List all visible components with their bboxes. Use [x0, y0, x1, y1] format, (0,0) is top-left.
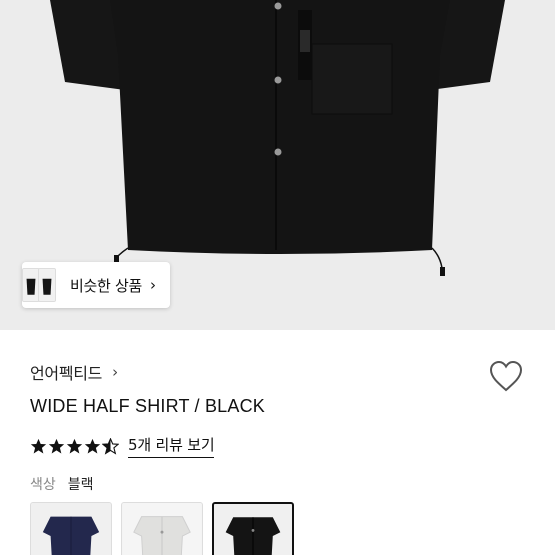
rating-row: 5개 리뷰 보기: [30, 434, 215, 458]
rating-stars: [30, 437, 120, 455]
similar-thumb-2: [38, 268, 56, 302]
heart-icon[interactable]: [488, 359, 524, 393]
brand-link[interactable]: 언어펙티드 ›: [30, 360, 118, 384]
star-icon: [30, 438, 47, 453]
similar-products-button[interactable]: 비슷한 상품 ›: [22, 262, 170, 308]
color-selection: 색상 블랙: [30, 474, 94, 494]
similar-products-label: 비슷한 상품: [70, 276, 142, 295]
star-half-icon: [102, 437, 119, 455]
star-icon: [48, 438, 65, 453]
swatch-black[interactable]: [212, 502, 294, 555]
color-label: 색상: [30, 477, 56, 493]
product-image[interactable]: 비슷한 상품 ›: [0, 0, 555, 330]
similar-thumbnails: [22, 262, 58, 308]
chevron-right-icon: ›: [149, 276, 156, 294]
star-icon: [66, 438, 83, 453]
chevron-right-icon: ›: [112, 363, 119, 381]
color-value: 블랙: [67, 477, 94, 493]
product-title: WIDE HALF SHIRT / BLACK: [30, 396, 265, 416]
brand-name: 언어펙티드: [30, 364, 103, 383]
star-icon: [84, 438, 101, 453]
reviews-link[interactable]: 5개 리뷰 보기: [128, 434, 215, 458]
swatch-light-gray[interactable]: [121, 502, 203, 555]
color-swatches: [30, 502, 303, 555]
swatch-navy[interactable]: [30, 502, 112, 555]
